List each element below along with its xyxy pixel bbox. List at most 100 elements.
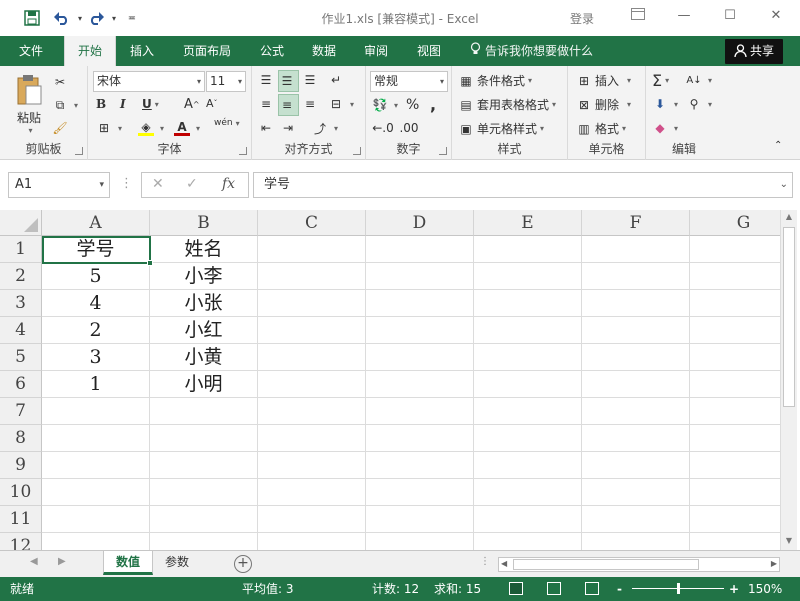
row-header-11[interactable]: 11 <box>0 506 42 533</box>
insert-cells-button[interactable]: ⊞ 插入 ▾ <box>576 72 631 89</box>
column-header-f[interactable]: F <box>582 210 690 236</box>
row-header-1[interactable]: 1 <box>0 236 42 263</box>
merge-center-button[interactable]: ⊟ ▾ <box>328 96 354 112</box>
cell-g1[interactable] <box>690 236 780 263</box>
enter-icon[interactable]: ✓ <box>186 176 198 192</box>
minimize-icon[interactable]: — <box>672 8 696 28</box>
sheet-tab-params[interactable]: 参数 <box>153 551 201 575</box>
cell-c4[interactable] <box>258 317 366 344</box>
cell-a11[interactable] <box>42 506 150 533</box>
fill-color-button[interactable]: ◈ ▾ <box>138 120 164 136</box>
cell-e7[interactable] <box>474 398 582 425</box>
cell-g9[interactable] <box>690 452 780 479</box>
autosum-button[interactable]: Σ ▾ <box>652 71 669 90</box>
close-icon[interactable]: ✕ <box>764 8 788 28</box>
borders-button[interactable]: ⊞ ▾ <box>96 120 122 136</box>
cell-e2[interactable] <box>474 263 582 290</box>
cell-d10[interactable] <box>366 479 474 506</box>
cell-a8[interactable] <box>42 425 150 452</box>
sort-filter-button[interactable]: A↓ ▾ <box>686 72 712 88</box>
column-header-d[interactable]: D <box>366 210 474 236</box>
cell-d2[interactable] <box>366 263 474 290</box>
cell-b10[interactable] <box>150 479 258 506</box>
middle-align-button[interactable]: ☰ <box>278 70 299 92</box>
column-header-e[interactable]: E <box>474 210 582 236</box>
tab-splitter-icon[interactable]: ⋮ <box>480 556 490 567</box>
phonetic-button[interactable]: wén ▾ <box>214 118 240 128</box>
name-box[interactable]: A1 ▾ <box>8 172 110 198</box>
increase-indent-button[interactable]: ⇥ <box>280 120 299 136</box>
cell-g12[interactable] <box>690 533 780 550</box>
fill-handle[interactable] <box>147 260 153 266</box>
orientation-button[interactable]: ⤴ ▾ <box>312 120 338 136</box>
row-header-2[interactable]: 2 <box>0 263 42 290</box>
increase-decimal-button[interactable]: ←.0 <box>372 120 397 136</box>
cell-c5[interactable] <box>258 344 366 371</box>
page-break-view-icon[interactable] <box>585 582 599 595</box>
cell-a10[interactable] <box>42 479 150 506</box>
tell-me-box[interactable]: 告诉我你想要做什么 <box>470 36 593 66</box>
column-header-a[interactable]: A <box>42 210 150 236</box>
login-link[interactable]: 登录 <box>570 10 594 27</box>
cell-a6[interactable]: 1 <box>42 371 150 398</box>
column-header-g[interactable]: G <box>690 210 780 236</box>
tab-page-layout[interactable]: 页面布局 <box>172 36 242 66</box>
cell-e8[interactable] <box>474 425 582 452</box>
cell-g2[interactable] <box>690 263 780 290</box>
cell-g6[interactable] <box>690 371 780 398</box>
increase-font-button[interactable]: A ^ <box>184 97 200 112</box>
accounting-format-button[interactable]: 💱 ▾ <box>372 97 399 113</box>
conditional-formatting-button[interactable]: ▦ 条件格式 ▾ <box>458 72 532 89</box>
format-cells-button[interactable]: ▥ 格式 ▾ <box>576 120 626 137</box>
cell-b2[interactable]: 小李 <box>150 263 258 290</box>
worksheet-grid[interactable]: A B C D E F G 1 学号 姓名 2 5 小李 3 4 小张 4 2 小红 5 3 小黄 6 1 小明 7 8 9 10 11 1… <box>0 210 780 550</box>
cell-e3[interactable] <box>474 290 582 317</box>
cell-g5[interactable] <box>690 344 780 371</box>
cell-f4[interactable] <box>582 317 690 344</box>
row-header-12[interactable]: 12 <box>0 533 42 550</box>
column-header-b[interactable]: B <box>150 210 258 236</box>
font-color-button[interactable]: A ▾ <box>174 120 200 136</box>
cell-a12[interactable] <box>42 533 150 550</box>
cell-b6[interactable]: 小明 <box>150 371 258 398</box>
number-format-select[interactable]: 常规 ▾ <box>370 71 448 92</box>
tab-home[interactable]: 开始 <box>64 36 116 66</box>
zoom-in-button[interactable]: + <box>729 577 739 601</box>
cell-c12[interactable] <box>258 533 366 550</box>
horizontal-scrollbar[interactable]: ◀ ▶ <box>498 557 780 572</box>
decrease-font-button[interactable]: Aˇ <box>206 97 218 110</box>
align-left-button[interactable]: ≡ <box>258 96 277 112</box>
comma-button[interactable]: , <box>430 95 436 114</box>
insert-function-icon[interactable]: fx <box>222 176 235 192</box>
add-sheet-icon[interactable]: + <box>234 555 252 573</box>
expand-formula-icon[interactable]: ⌄ <box>780 173 788 197</box>
row-header-3[interactable]: 3 <box>0 290 42 317</box>
cell-f1[interactable] <box>582 236 690 263</box>
cell-b11[interactable] <box>150 506 258 533</box>
cell-b7[interactable] <box>150 398 258 425</box>
italic-button[interactable]: I <box>120 97 126 111</box>
cell-c9[interactable] <box>258 452 366 479</box>
cell-g3[interactable] <box>690 290 780 317</box>
font-name-select[interactable]: 宋体 ▾ <box>93 71 205 92</box>
cell-f11[interactable] <box>582 506 690 533</box>
row-header-7[interactable]: 7 <box>0 398 42 425</box>
vertical-scrollbar[interactable]: ▲ ▼ <box>780 210 797 550</box>
formula-input[interactable]: 学号 ⌄ <box>253 172 793 198</box>
cell-e5[interactable] <box>474 344 582 371</box>
center-button[interactable]: ≡ <box>278 94 299 116</box>
cell-c2[interactable] <box>258 263 366 290</box>
row-header-10[interactable]: 10 <box>0 479 42 506</box>
maximize-icon[interactable]: ☐ <box>718 8 742 28</box>
number-launcher-icon[interactable] <box>439 147 447 155</box>
cell-d3[interactable] <box>366 290 474 317</box>
cell-f6[interactable] <box>582 371 690 398</box>
tab-formulas[interactable]: 公式 <box>250 36 294 66</box>
cell-f5[interactable] <box>582 344 690 371</box>
cell-styles-button[interactable]: ▣ 单元格样式 ▾ <box>458 120 544 137</box>
row-header-6[interactable]: 6 <box>0 371 42 398</box>
cell-c10[interactable] <box>258 479 366 506</box>
tab-insert[interactable]: 插入 <box>120 36 164 66</box>
cell-e1[interactable] <box>474 236 582 263</box>
cell-c6[interactable] <box>258 371 366 398</box>
